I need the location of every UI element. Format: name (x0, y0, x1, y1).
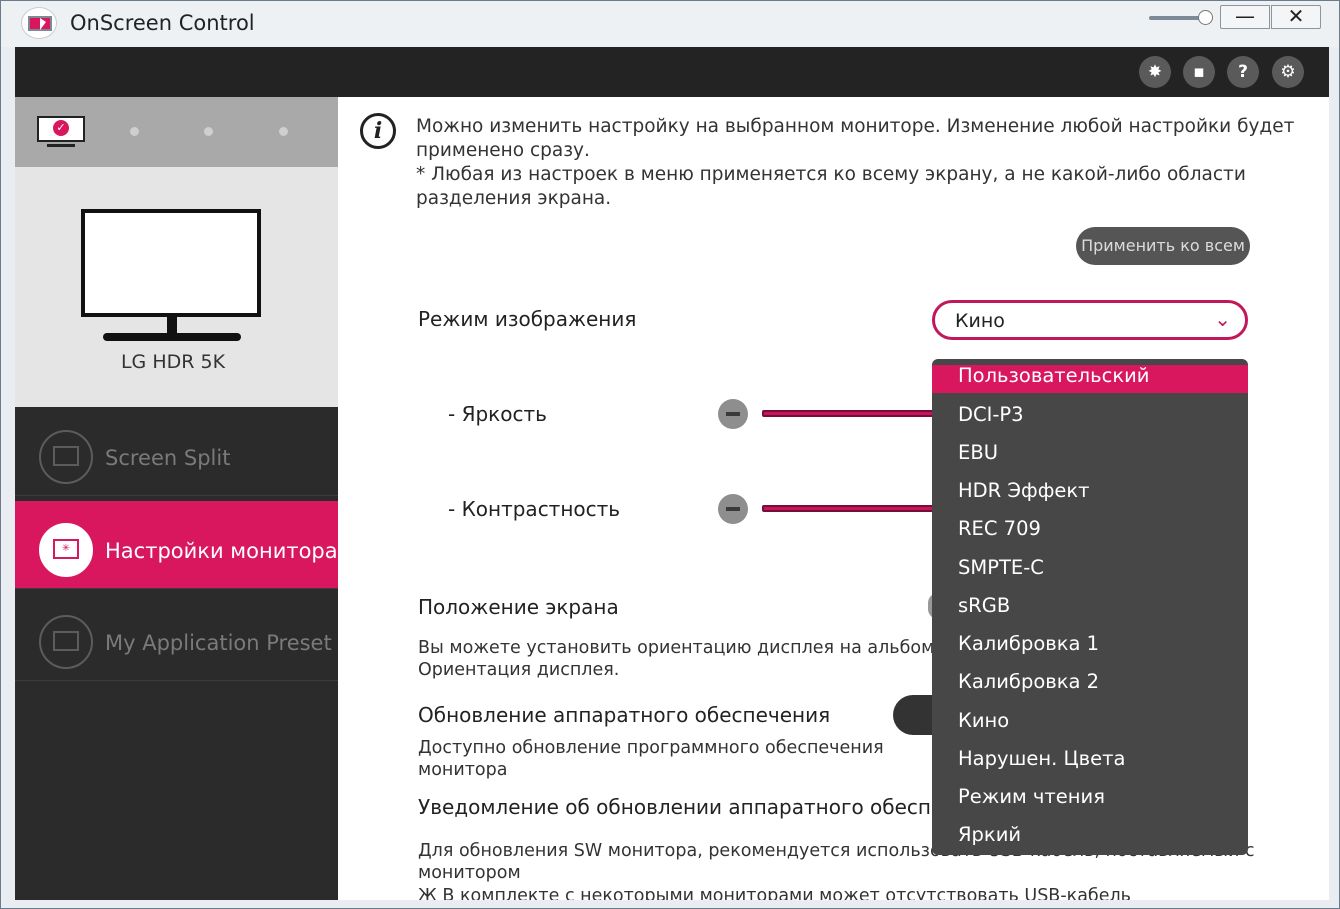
dropdown-option-rec709[interactable]: REC 709 (932, 510, 1248, 548)
screen-position-label: Положение экрана (418, 595, 619, 619)
dropdown-option-cinema[interactable]: Кино (932, 702, 1248, 740)
screen-split-icon[interactable]: ▪ (1183, 56, 1215, 88)
dropdown-option-calibration-2[interactable]: Калибровка 2 (932, 663, 1248, 701)
notify-desc-footnote: Ж В комплекте с некоторыми мониторами мо… (418, 886, 1131, 900)
main-panel: i Можно изменить настройку на выбранном … (338, 97, 1329, 900)
contrast-label: - Контрастность (448, 497, 621, 521)
contrast-decrease-button[interactable] (718, 494, 748, 524)
hw-update-label: Обновление аппаратного обеспечения (418, 703, 831, 727)
chevron-down-icon: ⌄ (1214, 307, 1231, 331)
monitor-slot-dot[interactable] (279, 127, 288, 136)
opacity-slider-handle[interactable] (1198, 10, 1213, 25)
gear-icon[interactable]: ⚙ (1272, 56, 1304, 88)
dropdown-option-color-weakness[interactable]: Нарушен. Цвета (932, 740, 1248, 778)
dropdown-option-ebu[interactable]: EBU (932, 434, 1248, 472)
top-toolbar: ✸ ▪ ? ⚙ (15, 47, 1329, 97)
title-bar: OnScreen Control — ✕ (1, 1, 1339, 47)
dropdown-option-reader[interactable]: Режим чтения (932, 778, 1248, 816)
monitor-selector: ✓ (15, 97, 338, 167)
sidebar-item-screen-split[interactable]: Screen Split (15, 408, 338, 496)
dropdown-option-user[interactable]: Пользовательский (932, 365, 1248, 393)
monitor-icon (81, 209, 261, 317)
cursor-click-icon[interactable]: ✸ (1139, 56, 1171, 88)
screen-split-icon (39, 430, 93, 484)
brightness-slider[interactable] (762, 410, 942, 417)
screen-position-desc: Вы можете установить ориентацию дисплея … (418, 638, 946, 680)
picture-mode-dropdown-list: Пользовательский DCI-P3 EBU HDR Эффект R… (932, 359, 1248, 855)
monitor-settings-icon: ✳ (39, 523, 93, 577)
picture-mode-value: Кино (955, 310, 1005, 332)
close-button[interactable]: ✕ (1271, 5, 1321, 29)
dropdown-option-srgb[interactable]: sRGB (932, 587, 1248, 625)
sidebar: ✓ LG HDR 5K Screen Split ✳ Настройки мон… (15, 97, 338, 900)
dropdown-option-dci-p3[interactable]: DCI-P3 (932, 396, 1248, 434)
notify-label: Уведомление об обновлении аппаратного об… (418, 795, 930, 819)
info-text: Можно изменить настройку на выбранном мо… (416, 116, 1295, 209)
hw-update-desc: Доступно обновление программного обеспеч… (418, 738, 884, 780)
brightness-label: - Яркость (448, 402, 547, 426)
dropdown-option-smpte-c[interactable]: SMPTE-C (932, 549, 1248, 587)
app-window: OnScreen Control — ✕ ✸ ▪ ? ⚙ ✓ LG HDR 5K (0, 0, 1340, 909)
minimize-button[interactable]: — (1220, 5, 1270, 29)
monitor-name: LG HDR 5K (120, 351, 226, 373)
dropdown-option-calibration-1[interactable]: Калибровка 1 (932, 625, 1248, 663)
monitor-slot-dot[interactable] (204, 127, 213, 136)
contrast-slider[interactable] (762, 505, 942, 512)
dropdown-option-vivid[interactable]: Яркий (932, 816, 1248, 854)
info-icon: i (360, 113, 396, 149)
monitor-preview: LG HDR 5K (15, 167, 338, 407)
sidebar-item-label: Screen Split (105, 446, 231, 470)
app-logo-icon (21, 7, 57, 39)
sidebar-item-label: Настройки монитора (105, 539, 338, 563)
sidebar-item-monitor-settings[interactable]: ✳ Настройки монитора (15, 501, 338, 589)
picture-mode-select[interactable]: Кино ⌄ (932, 300, 1248, 340)
app-preset-icon (39, 615, 93, 669)
monitor-tab-selected[interactable]: ✓ (37, 116, 85, 147)
apply-all-button[interactable]: Применить ко всем (1076, 227, 1250, 265)
monitor-slot-dot[interactable] (130, 127, 139, 136)
check-icon: ✓ (53, 120, 69, 136)
help-icon[interactable]: ? (1227, 56, 1259, 88)
sidebar-item-app-preset[interactable]: My Application Preset (15, 593, 338, 681)
sidebar-item-label: My Application Preset (105, 631, 332, 655)
dropdown-option-hdr-effect[interactable]: HDR Эффект (932, 472, 1248, 510)
picture-mode-label: Режим изображения (418, 307, 637, 331)
window-title: OnScreen Control (70, 11, 255, 35)
brightness-decrease-button[interactable] (718, 399, 748, 429)
